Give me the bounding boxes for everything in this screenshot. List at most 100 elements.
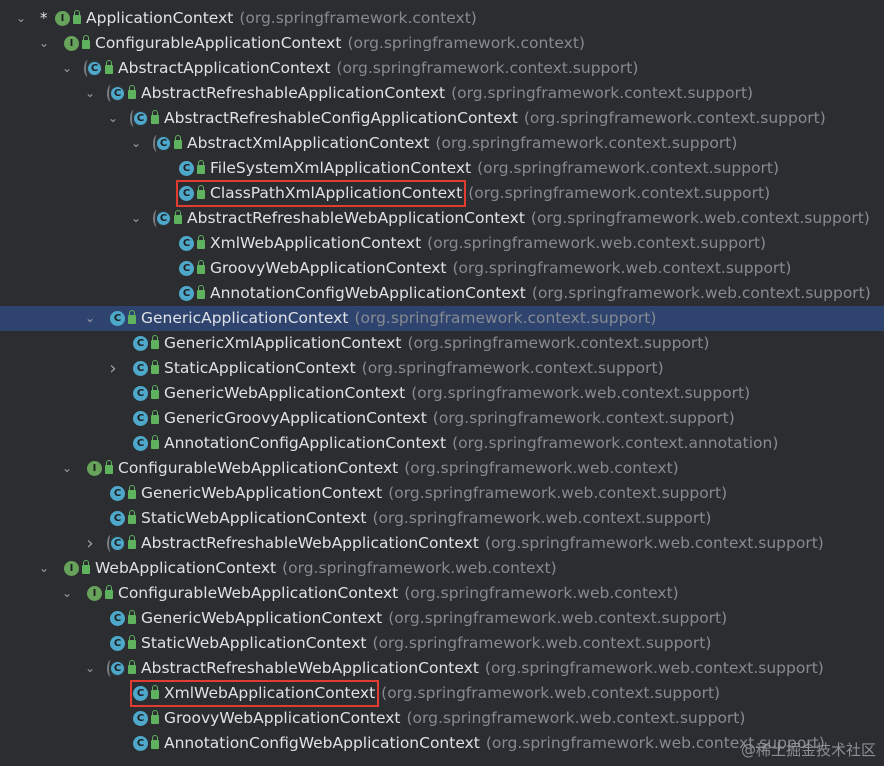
class-name: ConfigurableWebApplicationContext (org.sp… [118,581,679,606]
collapse-arrow-icon[interactable]: ⌄ [37,556,51,581]
tree-row[interactable]: C AnnotationConfigApplicationContext (org.… [0,431,884,456]
tree-row[interactable]: ⌄ C AbstractRefreshableConfigApplicationCo… [0,106,884,131]
class-name: StaticWebApplicationContext (org.springfr… [141,631,711,656]
package-name: (org.springframework.web.context.support… [406,709,746,727]
class-name: ApplicationContext (org.springframework.c… [86,6,477,31]
class-name-text: AbstractXmlApplicationContext [187,134,430,152]
class-name-text: GroovyWebApplicationContext [210,259,447,277]
package-name: (org.springframework.context.support) [468,184,771,202]
class-icon: C [179,236,194,251]
tree-row[interactable]: C StaticWebApplicationContext (org.springf… [0,631,884,656]
interface-icon: I [87,461,102,476]
tree-row[interactable]: C FileSystemXmlApplicationContext (org.spr… [0,156,884,181]
collapse-arrow-icon[interactable]: ⌄ [129,131,143,156]
tree-row[interactable]: C AnnotationConfigWebApplicationContext (o… [0,281,884,306]
collapse-arrow-icon[interactable]: ⌄ [60,56,74,81]
collapse-arrow-icon[interactable]: ⌄ [60,581,74,606]
tree-row[interactable]: ⌄ I ConfigurableWebApplicationContext (org.… [0,456,884,481]
class-name-text: WebApplicationContext [95,559,277,577]
tree-row[interactable]: › C AbstractRefreshableWebApplicationConte… [0,531,884,556]
class-name-text: GroovyWebApplicationContext [164,709,401,727]
highlight-box [176,180,466,207]
public-lock-icon [105,60,113,74]
tree-row[interactable]: › C StaticApplicationContext (org.springfra… [0,356,884,381]
collapse-arrow-icon[interactable]: ⌄ [37,31,51,56]
class-name: AbstractRefreshableWebApplicationContext… [141,656,824,681]
public-lock-icon [151,710,159,724]
tree-row[interactable]: C GenericWebApplicationContext (org.spring… [0,381,884,406]
class-name-text: GenericWebApplicationContext [141,484,383,502]
class-name: GroovyWebApplicationContext (org.springfr… [210,256,791,281]
abstract-class-icon: C [153,135,171,152]
class-name: AbstractApplicationContext (org.springfra… [118,56,638,81]
package-name: (org.springframework.context.support) [336,59,639,77]
tree-row[interactable]: ⌄ I ConfigurableWebApplicationContext (org.… [0,581,884,606]
collapse-arrow-icon[interactable]: ⌄ [14,6,28,31]
collapse-arrow-icon[interactable]: ⌄ [83,656,97,681]
class-name: GenericWebApplicationContext (org.springf… [141,481,727,506]
tree-row[interactable]: ⌄ * I ApplicationContext (org.springframewor… [0,6,884,31]
public-lock-icon [73,10,81,24]
class-icon: C [110,511,125,526]
package-name: (org.springframework.context.support) [407,334,710,352]
class-name-text: AbstractRefreshableWebApplicationContext [187,209,525,227]
public-lock-icon [128,610,136,624]
tree-row[interactable]: C GroovyWebApplicationContext (org.springf… [0,706,884,731]
tree-row[interactable]: ⌄ C AbstractRefreshableWebApplicationConte… [0,656,884,681]
class-name-text: GenericWebApplicationContext [164,384,406,402]
class-name: GenericXmlApplicationContext (org.springf… [164,331,709,356]
tree-row[interactable]: ⌄ C GenericApplicationContext (org.springfr… [0,306,884,331]
package-name: (org.springframework.context.support) [435,134,738,152]
collapse-arrow-icon[interactable]: ⌄ [60,456,74,481]
public-lock-icon [197,285,205,299]
class-icon: C [133,436,148,451]
tree-row[interactable]: ⌄ C AbstractXmlApplicationContext (org.spri… [0,131,884,156]
public-lock-icon [128,85,136,99]
tree-row[interactable]: ⌄ I ConfigurableApplicationContext (org.spr… [0,31,884,56]
package-name: (org.springframework.web.context) [282,559,557,577]
package-name: (org.springframework.context) [347,34,585,52]
tree-row[interactable]: ⌄ C AbstractRefreshableWebApplicationConte… [0,206,884,231]
class-name-text: GenericGroovyApplicationContext [164,409,427,427]
package-name: (org.springframework.web.context.support… [411,384,751,402]
class-name: GenericWebApplicationContext (org.springf… [164,381,750,406]
class-name-text: AnnotationConfigWebApplicationContext [210,284,526,302]
public-lock-icon [128,485,136,499]
tree-row[interactable]: C GenericGroovyApplicationContext (org.spr… [0,406,884,431]
public-lock-icon [82,35,90,49]
class-name-text: AbstractRefreshableConfigApplicationCont… [164,109,518,127]
tree-row[interactable]: C GroovyWebApplicationContext (org.springf… [0,256,884,281]
tree-row[interactable]: C StaticWebApplicationContext (org.springf… [0,506,884,531]
collapse-arrow-icon[interactable]: ⌄ [106,106,120,131]
class-name: GenericGroovyApplicationContext (org.spri… [164,406,735,431]
collapse-arrow-icon[interactable]: ⌄ [129,206,143,231]
package-name: (org.springframework.web.context.support… [452,259,792,277]
package-name: (org.springframework.context.support) [361,359,664,377]
abstract-class-icon: C [153,210,171,227]
tree-row[interactable]: C XmlWebApplicationContext (org.springfram… [0,231,884,256]
public-lock-icon [151,410,159,424]
class-name: GenericWebApplicationContext (org.springf… [141,606,727,631]
tree-row[interactable]: C GenericXmlApplicationContext (org.spring… [0,331,884,356]
collapse-arrow-icon[interactable]: ⌄ [83,306,97,331]
class-name: FileSystemXmlApplicationContext (org.spri… [210,156,779,181]
tree-row[interactable]: ⌄ I WebApplicationContext (org.springframew… [0,556,884,581]
package-name: (org.springframework.web.context.support… [484,659,824,677]
class-icon: C [110,311,125,326]
abstract-class-icon: C [107,85,125,102]
tree-row[interactable]: ⌄ C AbstractApplicationContext (org.springf… [0,56,884,81]
collapse-arrow-icon[interactable]: ⌄ [83,81,97,106]
public-lock-icon [128,635,136,649]
class-name: AnnotationConfigWebApplicationContext (or… [164,731,825,756]
class-icon: C [133,336,148,351]
public-lock-icon [151,435,159,449]
class-name-text: AbstractApplicationContext [118,59,331,77]
tree-row[interactable]: ⌄ C AbstractRefreshableApplicationContext (… [0,81,884,106]
class-icon: C [110,486,125,501]
expand-arrow-icon[interactable]: › [106,356,120,381]
tree-row[interactable]: C GenericWebApplicationContext (org.spring… [0,481,884,506]
hierarchy-tree[interactable]: ⌄ * I ApplicationContext (org.springframewor… [0,6,884,756]
package-name: (org.springframework.web.context) [404,584,679,602]
expand-arrow-icon[interactable]: › [83,531,97,556]
tree-row[interactable]: C GenericWebApplicationContext (org.spring… [0,606,884,631]
